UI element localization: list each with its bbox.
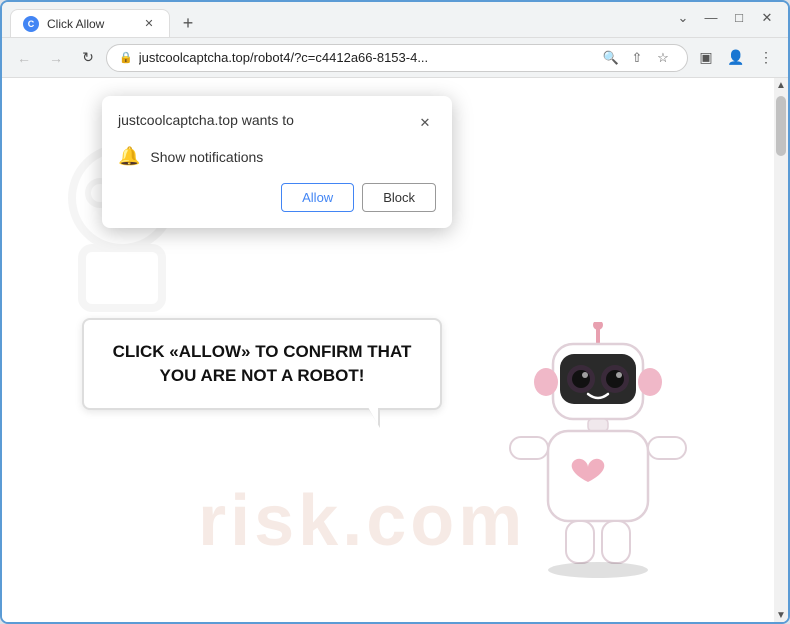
popup-notification-row: 🔔 Show notifications xyxy=(118,146,436,167)
popup-close-button[interactable]: ✕ xyxy=(414,112,436,134)
watermark: risk.com xyxy=(198,480,526,562)
tab-favicon: C xyxy=(23,16,39,32)
permission-popup: justcoolcaptcha.top wants to ✕ 🔔 Show no… xyxy=(102,96,452,228)
active-tab[interactable]: C Click Allow ✕ xyxy=(10,9,170,37)
search-icon-btn[interactable]: 🔍 xyxy=(599,46,623,70)
robot-svg xyxy=(488,322,708,612)
profile-button[interactable]: 👤 xyxy=(722,44,750,72)
split-view-button[interactable]: ▣ xyxy=(692,44,720,72)
scrollbar-up-arrow[interactable]: ▲ xyxy=(774,78,788,92)
block-button[interactable]: Block xyxy=(362,183,436,212)
address-bar-row: ← → ↻ 🔒 justcoolcaptcha.top/robot4/?c=c4… xyxy=(2,38,788,78)
tab-area: C Click Allow ✕ + xyxy=(10,2,670,37)
scrollbar-thumb[interactable] xyxy=(776,96,786,156)
message-text: CLICK «ALLOW» TO CONFIRM THAT YOU ARE NO… xyxy=(113,342,412,385)
title-bar: C Click Allow ✕ + ⌄ — □ ✕ xyxy=(2,2,788,38)
popup-header: justcoolcaptcha.top wants to ✕ xyxy=(118,112,436,134)
bookmark-icon-btn[interactable]: ☆ xyxy=(651,46,675,70)
robot-character xyxy=(488,322,708,602)
share-icon-btn[interactable]: ⇧ xyxy=(625,46,649,70)
back-button[interactable]: ← xyxy=(10,44,38,72)
bell-icon: 🔔 xyxy=(118,146,140,167)
popup-buttons: Allow Block xyxy=(118,183,436,212)
allow-button[interactable]: Allow xyxy=(281,183,354,212)
reload-button[interactable]: ↻ xyxy=(74,44,102,72)
menu-button[interactable]: ⋮ xyxy=(752,44,780,72)
scrollbar[interactable]: ▲ ▼ xyxy=(774,78,788,622)
tab-title: Click Allow xyxy=(47,17,133,31)
close-button[interactable]: ✕ xyxy=(754,5,780,31)
toolbar-icons: ▣ 👤 ⋮ xyxy=(692,44,780,72)
new-tab-button[interactable]: + xyxy=(174,9,202,37)
minimize-button[interactable]: — xyxy=(698,5,724,31)
address-bar[interactable]: 🔒 justcoolcaptcha.top/robot4/?c=c4412a66… xyxy=(106,44,688,72)
browser-window: C Click Allow ✕ + ⌄ — □ ✕ ← → ↻ 🔒 justco… xyxy=(0,0,790,624)
window-controls: ⌄ — □ ✕ xyxy=(670,5,780,35)
maximize-button[interactable]: □ xyxy=(726,5,752,31)
address-icons: 🔍 ⇧ ☆ xyxy=(599,46,675,70)
chevron-down-button[interactable]: ⌄ xyxy=(670,5,696,31)
popup-title: justcoolcaptcha.top wants to xyxy=(118,112,294,128)
scrollbar-down-arrow[interactable]: ▼ xyxy=(774,608,788,622)
notification-label: Show notifications xyxy=(150,149,263,165)
lock-icon: 🔒 xyxy=(119,51,133,64)
page-content: risk.com justcoolcaptcha.top wants to ✕ … xyxy=(2,78,788,622)
url-text: justcoolcaptcha.top/robot4/?c=c4412a66-8… xyxy=(139,50,593,65)
tab-close-button[interactable]: ✕ xyxy=(141,16,157,32)
message-box: CLICK «ALLOW» TO CONFIRM THAT YOU ARE NO… xyxy=(82,318,442,410)
forward-button[interactable]: → xyxy=(42,44,70,72)
